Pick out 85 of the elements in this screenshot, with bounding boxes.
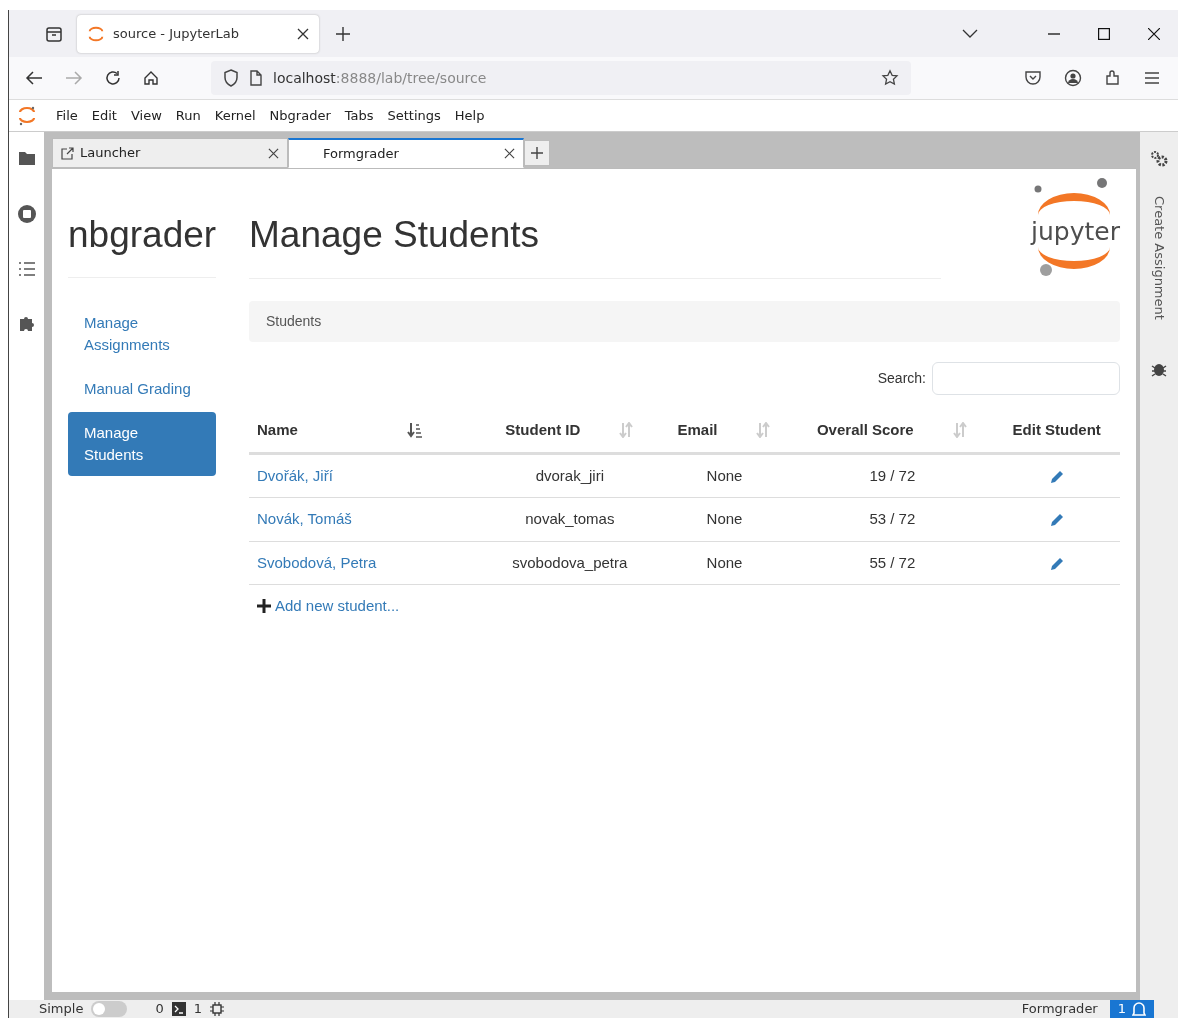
tab-label: Formgrader — [323, 144, 400, 163]
document-tab[interactable]: Launcher — [52, 138, 288, 168]
shield-icon — [223, 69, 239, 87]
activity-label: Formgrader — [1021, 1000, 1098, 1018]
folder-icon[interactable] — [17, 150, 36, 166]
page-title: Manage Students — [249, 213, 941, 279]
notification-button[interactable]: 1 — [1109, 1000, 1154, 1018]
nav-link[interactable]: Manual Grading — [68, 368, 216, 411]
minimize-icon[interactable] — [1048, 32, 1060, 35]
mode-label: Simple — [39, 1000, 84, 1018]
puzzle-icon[interactable] — [17, 314, 36, 332]
menu-item[interactable]: Nbgrader — [262, 105, 338, 126]
student-link[interactable]: Dvořák, Jiří — [257, 466, 333, 484]
table-cell: novak_tomas — [481, 497, 658, 541]
menu-icon[interactable] — [1144, 72, 1160, 84]
close-icon[interactable] — [1148, 27, 1160, 40]
toggle-switch[interactable] — [91, 1001, 128, 1017]
menu-item[interactable]: Tabs — [337, 105, 381, 126]
table-cell: 55 / 72 — [791, 541, 994, 585]
tab-label: Launcher — [80, 144, 142, 163]
student-link[interactable]: Novák, Tomáš — [257, 510, 352, 527]
url-text: localhost:8888/lab/tree/source — [273, 68, 488, 88]
chip-icon[interactable] — [209, 1002, 224, 1016]
maximize-icon[interactable] — [1098, 27, 1110, 40]
star-icon[interactable] — [881, 69, 899, 87]
close-icon[interactable] — [297, 27, 309, 40]
back-icon[interactable] — [25, 70, 43, 86]
student-link[interactable]: Svobodová, Petra — [257, 553, 377, 571]
jupyter-logo: jupyter — [1028, 175, 1120, 279]
menu-item[interactable]: Help — [447, 105, 492, 126]
jupyter-logo-icon — [17, 104, 37, 127]
tab-title: source - JupyterLab — [113, 24, 241, 43]
terminal-icon[interactable] — [171, 1002, 186, 1016]
account-icon[interactable] — [1064, 69, 1082, 87]
bell-icon — [1132, 1001, 1146, 1017]
search-field[interactable] — [932, 362, 1120, 395]
search-label: Search: — [877, 369, 926, 388]
nav-link[interactable]: Manage Assignments — [68, 302, 216, 367]
menu-item[interactable]: File — [49, 105, 85, 126]
close-icon[interactable] — [268, 147, 279, 159]
brand-title: nbgrader — [68, 213, 216, 279]
pencil-icon[interactable] — [1048, 468, 1065, 485]
table-cell: dvorak_jiri — [481, 453, 658, 498]
home-icon[interactable] — [143, 70, 159, 86]
menu-item[interactable]: Settings — [380, 105, 448, 126]
table-cell: svobodova_petra — [481, 541, 658, 585]
sort-ascending-icon[interactable] — [407, 422, 423, 439]
browser-tab[interactable]: source - JupyterLab — [77, 14, 319, 53]
page-icon — [249, 70, 263, 86]
nav-link[interactable]: Manage Students — [68, 412, 216, 477]
pencil-icon[interactable] — [1048, 512, 1065, 529]
column-header[interactable]: Email — [657, 409, 792, 453]
table-cell: 19 / 72 — [791, 453, 994, 498]
gears-icon[interactable] — [1149, 150, 1169, 168]
table-cell: 53 / 72 — [791, 497, 994, 541]
column-header: Edit Student — [993, 409, 1120, 453]
pencil-icon[interactable] — [1048, 555, 1065, 572]
new-tab-icon[interactable] — [335, 25, 351, 42]
panel-heading: Students — [249, 301, 1120, 342]
menu-item[interactable]: Kernel — [207, 105, 263, 126]
menu-item[interactable]: View — [123, 105, 169, 126]
pocket-icon[interactable] — [1024, 70, 1042, 86]
close-icon[interactable] — [504, 148, 515, 159]
table-cell: None — [657, 541, 792, 585]
column-header[interactable]: Overall Score — [791, 409, 994, 453]
menu-item[interactable]: Edit — [84, 105, 124, 126]
table-cell: None — [657, 453, 792, 498]
stop-circle-icon[interactable] — [16, 204, 37, 224]
plus-icon[interactable] — [257, 599, 271, 614]
list-icon[interactable] — [17, 262, 36, 276]
column-header[interactable]: Student ID — [481, 409, 658, 453]
column-header[interactable]: Name — [249, 409, 482, 453]
add-tab-icon[interactable] — [531, 147, 543, 159]
kernel-count: 1 — [193, 1000, 202, 1018]
address-bar[interactable]: localhost:8888/lab/tree/source — [211, 61, 911, 95]
sidebar-tab[interactable]: Create Assignment — [1149, 196, 1169, 320]
terminal-count: 0 — [155, 1000, 164, 1018]
launch-icon — [61, 146, 74, 160]
chevron-down-icon[interactable] — [962, 28, 978, 39]
table-cell: None — [657, 497, 792, 541]
menu-item[interactable]: Run — [168, 105, 208, 126]
reload-icon[interactable] — [105, 70, 121, 86]
add-student-link[interactable]: Add new student... — [275, 595, 400, 618]
document-tab[interactable]: Formgrader — [288, 138, 524, 168]
puzzle-icon[interactable] — [1104, 69, 1122, 87]
